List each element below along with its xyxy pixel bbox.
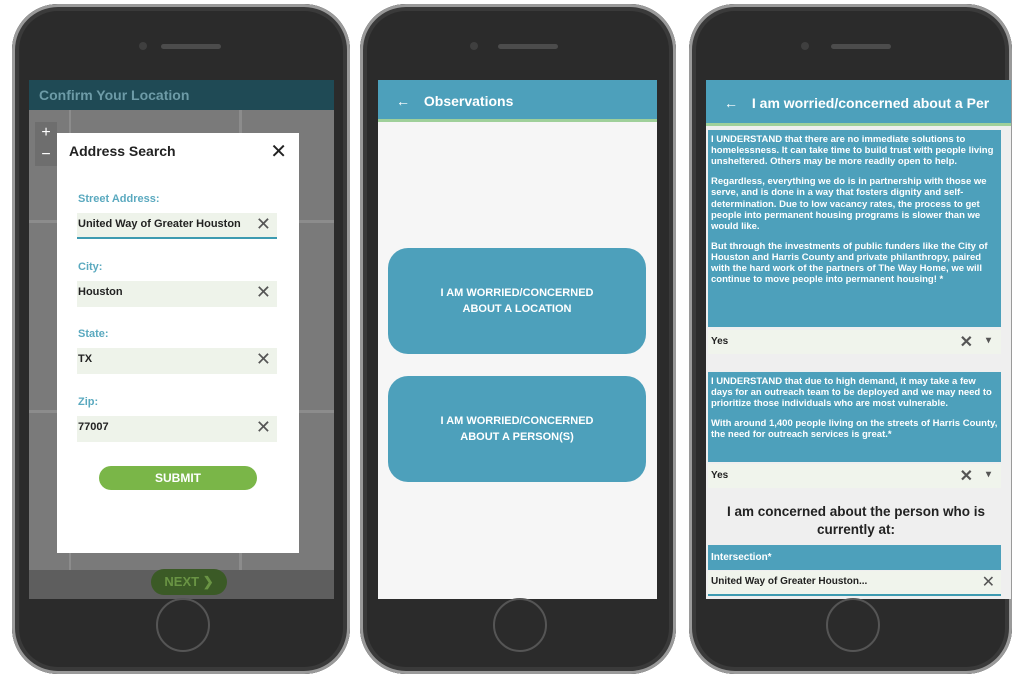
speaker-grille: [161, 44, 221, 49]
state-field[interactable]: TX ✕: [77, 348, 277, 374]
select-value: Yes: [711, 336, 729, 347]
home-button[interactable]: [493, 598, 547, 652]
zoom-out-button[interactable]: −: [35, 144, 57, 166]
acknowledge-select-2[interactable]: Yes ✕ ▾: [708, 464, 1001, 488]
back-arrow-icon[interactable]: ←: [396, 93, 410, 109]
intersection-field[interactable]: United Way of Greater Houston... ✕: [708, 571, 1001, 596]
city-value: Houston: [78, 286, 123, 298]
street-address-field[interactable]: United Way of Greater Houston ✕: [77, 213, 277, 239]
screen-observations: ← Observations I AM WORRIED/CONCERNED AB…: [378, 80, 657, 599]
city-label: City:: [78, 261, 103, 273]
page-title: Observations: [423, 93, 514, 109]
phone-frame-1: Confirm Your Location + − NEXT ❯ Address…: [12, 4, 350, 674]
state-value: TX: [78, 353, 93, 365]
app-header: ← I am worried/concerned about a Per: [706, 80, 1011, 126]
speaker-grille: [830, 44, 891, 49]
clear-icon[interactable]: ✕: [960, 466, 973, 486]
app-header: ← Observations: [378, 80, 657, 122]
info-box-solutions: I UNDERSTAND that there are no immediate…: [708, 130, 1001, 327]
next-button[interactable]: NEXT ❯: [151, 569, 227, 595]
zip-value: 77007: [78, 421, 109, 433]
speaker-grille: [498, 44, 558, 49]
zip-label: Zip:: [78, 396, 99, 408]
back-arrow-icon[interactable]: ←: [724, 95, 738, 111]
concerned-location-button[interactable]: I AM WORRIED/CONCERNED ABOUT A LOCATION: [388, 248, 646, 354]
screen-confirm-location: Confirm Your Location + − NEXT ❯ Address…: [29, 80, 334, 599]
page-title: Confirm Your Location: [29, 80, 334, 110]
info-paragraph: Regardless, everything we do is in partn…: [711, 176, 987, 232]
address-search-dialog: Address Search ✕ Street Address: United …: [57, 133, 299, 553]
intersection-label: Intersection*: [708, 545, 1001, 570]
page-title: I am worried/concerned about a Per: [751, 95, 990, 111]
info-box-demand: I UNDERSTAND that due to high demand, it…: [708, 372, 1001, 462]
state-label: State:: [78, 328, 109, 340]
info-paragraph: With around 1,400 people living on the s…: [711, 418, 998, 441]
home-button[interactable]: [825, 598, 880, 652]
phone-frame-3: ← I am worried/concerned about a Per I U…: [689, 4, 1012, 674]
home-button[interactable]: [156, 598, 210, 652]
phone-frame-2: ← Observations I AM WORRIED/CONCERNED AB…: [360, 4, 676, 674]
clear-icon[interactable]: ✕: [256, 349, 271, 370]
screen-concern-person: ← I am worried/concerned about a Per I U…: [706, 80, 1011, 599]
info-paragraph: I UNDERSTAND that there are no immediate…: [711, 134, 994, 168]
concerned-person-button[interactable]: I AM WORRIED/CONCERNED ABOUT A PERSON(S): [388, 376, 646, 482]
concern-heading: I am concerned about the person who is c…: [726, 504, 986, 537]
front-camera: [801, 42, 809, 50]
info-paragraph: But through the investments of public fu…: [711, 240, 988, 286]
select-value: Yes: [711, 470, 729, 481]
close-icon[interactable]: ✕: [270, 139, 287, 164]
info-paragraph: I UNDERSTAND that due to high demand, it…: [711, 376, 992, 410]
dialog-title: Address Search: [69, 143, 176, 159]
front-camera: [470, 42, 478, 50]
clear-icon[interactable]: ✕: [256, 282, 271, 303]
street-address-label: Street Address:: [78, 193, 160, 205]
intersection-value: United Way of Greater Houston...: [711, 576, 868, 587]
clear-icon[interactable]: ✕: [982, 572, 995, 592]
city-field[interactable]: Houston ✕: [77, 281, 277, 307]
chevron-down-icon[interactable]: ▾: [986, 335, 991, 346]
clear-icon[interactable]: ✕: [256, 417, 271, 438]
submit-button[interactable]: SUBMIT: [99, 466, 257, 490]
acknowledge-select-1[interactable]: Yes ✕ ▾: [708, 330, 1001, 354]
front-camera: [139, 42, 147, 50]
clear-icon[interactable]: ✕: [256, 214, 271, 235]
zip-field[interactable]: 77007 ✕: [77, 416, 277, 442]
button-label: I AM WORRIED/CONCERNED ABOUT A LOCATION: [440, 286, 594, 316]
clear-icon[interactable]: ✕: [960, 332, 973, 352]
chevron-down-icon[interactable]: ▾: [986, 469, 991, 480]
zoom-in-button[interactable]: +: [35, 122, 57, 144]
street-address-value: United Way of Greater Houston: [78, 218, 241, 230]
button-label: I AM WORRIED/CONCERNED ABOUT A PERSON(S): [440, 414, 594, 444]
